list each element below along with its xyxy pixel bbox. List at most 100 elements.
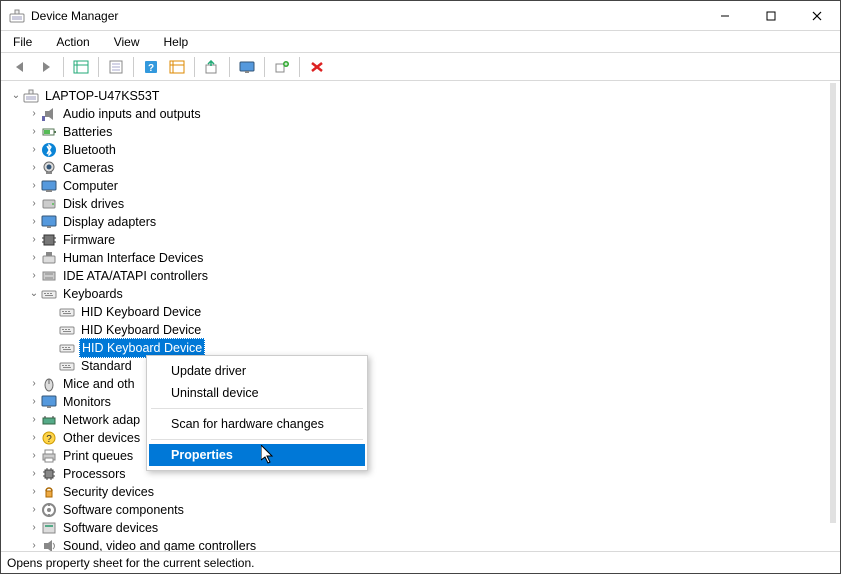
keyboard-icon (59, 358, 75, 374)
vertical-scrollbar[interactable] (830, 83, 836, 523)
window-title: Device Manager (31, 9, 702, 23)
tree-category[interactable]: ›Human Interface Devices (27, 249, 824, 267)
tree-device-label: HID Keyboard Device (79, 303, 203, 321)
tree-category-label: Disk drives (61, 195, 126, 213)
hid-icon (41, 250, 57, 266)
tree-category-label: Security devices (61, 483, 156, 501)
tree-category[interactable]: ›Firmware (27, 231, 824, 249)
app-icon (9, 8, 25, 24)
tree-category-label: IDE ATA/ATAPI controllers (61, 267, 210, 285)
uninstall-icon[interactable] (306, 56, 328, 78)
svg-text:?: ? (46, 434, 52, 445)
tree-category[interactable]: ›Sound, video and game controllers (27, 537, 824, 551)
swdev-icon (41, 520, 57, 536)
disk-icon (41, 196, 57, 212)
nav-back-icon[interactable] (9, 56, 31, 78)
menu-action[interactable]: Action (52, 33, 93, 51)
menu-view[interactable]: View (110, 33, 144, 51)
add-legacy-icon[interactable] (271, 56, 293, 78)
tree-category-label: Bluetooth (61, 141, 118, 159)
monitor-icon[interactable] (236, 56, 258, 78)
bluetooth-icon (41, 142, 57, 158)
update-driver-icon[interactable] (201, 56, 223, 78)
tree-category[interactable]: ›Display adapters (27, 213, 824, 231)
menu-file[interactable]: File (9, 33, 36, 51)
tree-category-label: Other devices (61, 429, 142, 447)
svg-text:?: ? (148, 63, 154, 74)
computer-icon (41, 178, 57, 194)
cpu-icon (41, 466, 57, 482)
tree-category-label: Computer (61, 177, 120, 195)
status-text: Opens property sheet for the current sel… (7, 556, 254, 570)
properties-icon[interactable] (105, 56, 127, 78)
keyboard-icon (59, 340, 75, 356)
firmware-icon (41, 232, 57, 248)
audio-icon (41, 106, 57, 122)
context-menu-item[interactable]: Update driver (149, 360, 365, 382)
tree-device[interactable]: HID Keyboard Device (45, 321, 824, 339)
component-icon (41, 502, 57, 518)
keyboard-icon (59, 322, 75, 338)
tree-category-label: Sound, video and game controllers (61, 537, 258, 551)
tree-category-label: Software components (61, 501, 186, 519)
tree-root-node[interactable]: ⌄LAPTOP-U47KS53T (9, 87, 824, 105)
context-menu-item[interactable]: Uninstall device (149, 382, 365, 404)
tree-category[interactable]: ›Batteries (27, 123, 824, 141)
tree-category-label: Mice and oth (61, 375, 137, 393)
nav-forward-icon[interactable] (35, 56, 57, 78)
network-icon (41, 412, 57, 428)
context-menu-item[interactable]: Properties (149, 444, 365, 466)
tree-category[interactable]: ›IDE ATA/ATAPI controllers (27, 267, 824, 285)
statusbar: Opens property sheet for the current sel… (1, 551, 840, 573)
show-tree-icon[interactable] (70, 56, 92, 78)
context-menu-separator (151, 408, 363, 409)
tree-category[interactable]: ›Audio inputs and outputs (27, 105, 824, 123)
tree-category-label: Monitors (61, 393, 113, 411)
close-button[interactable] (794, 1, 840, 30)
context-menu-item[interactable]: Scan for hardware changes (149, 413, 365, 435)
menubar: File Action View Help (1, 31, 840, 53)
tree-category-label: Display adapters (61, 213, 158, 231)
ide-icon (41, 268, 57, 284)
computer-icon (23, 88, 39, 104)
tree-category[interactable]: ›Bluetooth (27, 141, 824, 159)
tree-category-label: Processors (61, 465, 128, 483)
window-controls (702, 1, 840, 30)
keyboard-icon (59, 304, 75, 320)
tree-category[interactable]: ›Software components (27, 501, 824, 519)
tree-category-label: Print queues (61, 447, 135, 465)
tree-category-label: Firmware (61, 231, 117, 249)
tree-category-label: Cameras (61, 159, 116, 177)
tree-category[interactable]: ›Security devices (27, 483, 824, 501)
context-menu-separator (151, 439, 363, 440)
tree-category[interactable]: ›Cameras (27, 159, 824, 177)
battery-icon (41, 124, 57, 140)
camera-icon (41, 160, 57, 176)
tree-category-label: Human Interface Devices (61, 249, 205, 267)
other-icon: ? (41, 430, 57, 446)
tree-category[interactable]: ›Disk drives (27, 195, 824, 213)
maximize-button[interactable] (748, 1, 794, 30)
keyboard-icon (41, 286, 57, 302)
sound-icon (41, 538, 57, 551)
menu-help[interactable]: Help (160, 33, 193, 51)
device-tree-area[interactable]: ⌄LAPTOP-U47KS53T›Audio inputs and output… (1, 83, 840, 551)
tree-category[interactable]: ⌄Keyboards (27, 285, 824, 303)
context-menu: Update driverUninstall device Scan for ha… (146, 355, 368, 471)
tree-category-label: Network adap (61, 411, 142, 429)
tree-category-label: Software devices (61, 519, 160, 537)
monitor-icon (41, 394, 57, 410)
help-icon[interactable]: ? (140, 56, 162, 78)
tree-category-label: Keyboards (61, 285, 125, 303)
tree-root-label: LAPTOP-U47KS53T (43, 87, 161, 105)
tree-device-label: HID Keyboard Device (79, 321, 203, 339)
minimize-button[interactable] (702, 1, 748, 30)
tree-device[interactable]: HID Keyboard Device (45, 303, 824, 321)
tree-category[interactable]: ›Software devices (27, 519, 824, 537)
tree-category[interactable]: ›Computer (27, 177, 824, 195)
tree-category-label: Batteries (61, 123, 114, 141)
titlebar: Device Manager (1, 1, 840, 31)
mouse-icon (41, 376, 57, 392)
scan-changes-icon[interactable] (166, 56, 188, 78)
display-icon (41, 214, 57, 230)
